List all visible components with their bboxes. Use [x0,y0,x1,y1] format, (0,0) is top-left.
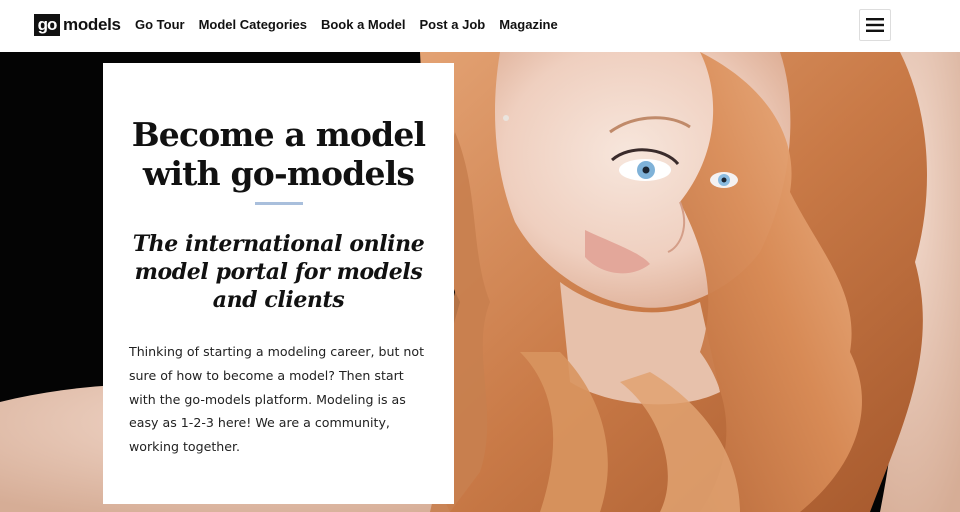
site-header: go models Go Tour Model Categories Book … [0,0,960,52]
logo-badge: go [34,14,60,36]
hero-title-line-2: with go-models [142,154,415,193]
hero-title: Become a model with go-models [103,115,454,193]
nav-post-a-job[interactable]: Post a Job [419,17,485,32]
hamburger-menu-icon [866,18,884,32]
menu-button[interactable] [859,9,891,41]
title-divider [255,202,303,205]
hero-body-text: Thinking of starting a modeling career, … [129,344,425,455]
logo[interactable]: go models [34,14,121,36]
hero-section: Become a model with go-models The intern… [0,52,960,512]
hero-subtitle: The international online model portal fo… [132,231,425,313]
nav-book-a-model[interactable]: Book a Model [321,17,406,32]
nav-magazine[interactable]: Magazine [499,17,558,32]
nav-model-categories[interactable]: Model Categories [199,17,307,32]
nav-go-tour[interactable]: Go Tour [135,17,185,32]
main-nav: Go Tour Model Categories Book a Model Po… [135,17,558,32]
hero-card: Become a model with go-models The intern… [103,63,454,504]
logo-text: models [63,15,121,34]
hero-title-line-1: Become a model [131,115,426,154]
